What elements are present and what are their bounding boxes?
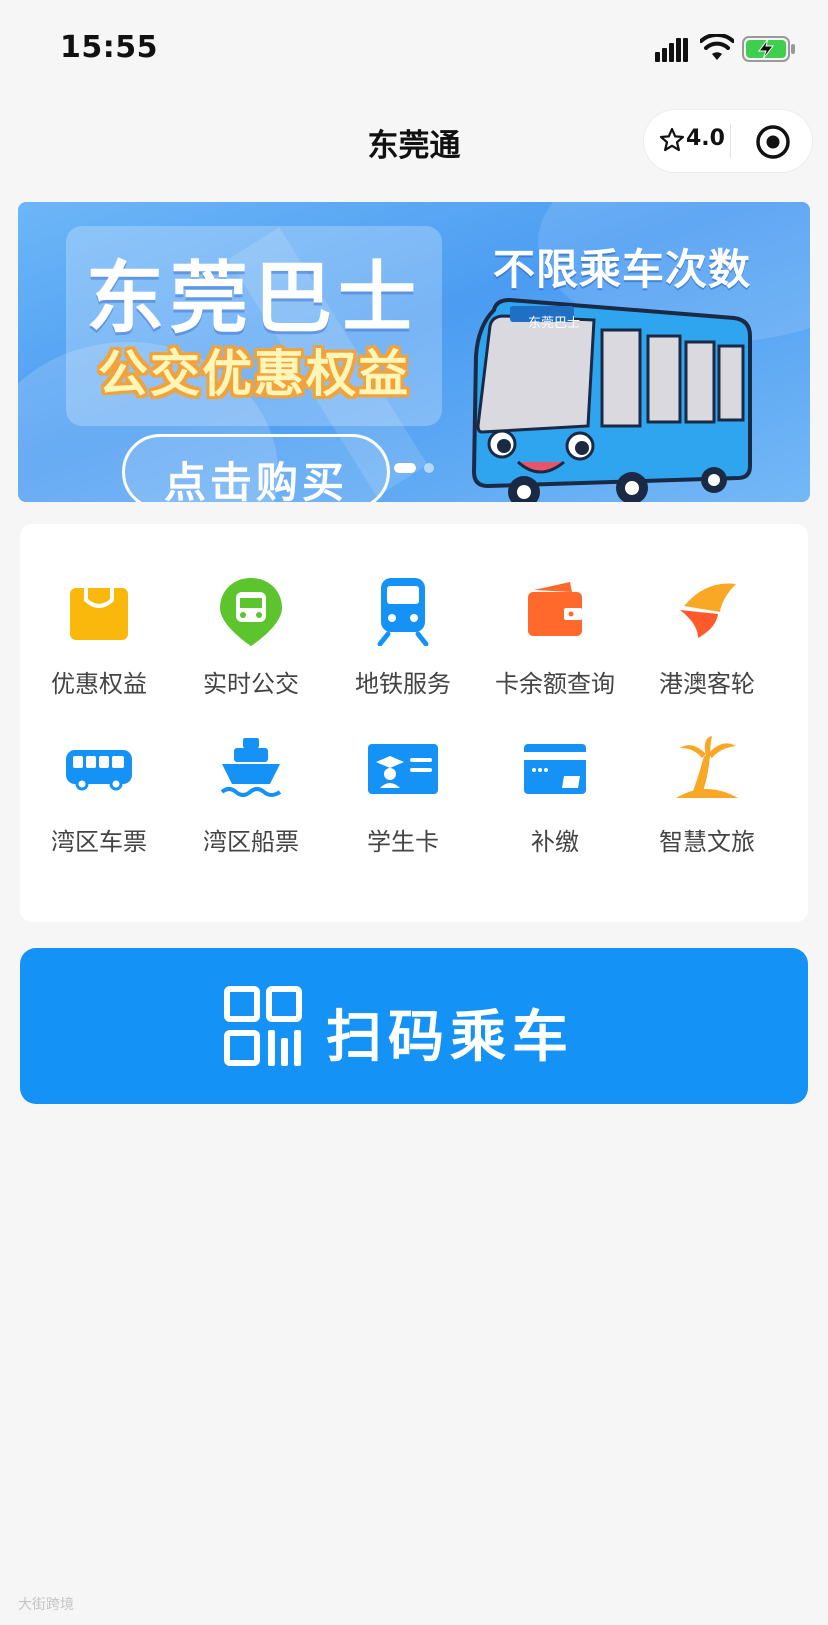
service-discount-benefits[interactable]: 优惠权益 — [20, 576, 178, 726]
service-bay-area-bus-ticket[interactable]: 湾区车票 — [20, 734, 178, 884]
scan-to-ride-button[interactable]: 扫码乘车 — [20, 948, 808, 1104]
banner-subtitle: 公交优惠权益 — [98, 345, 410, 403]
service-label: 卡余额查询 — [495, 670, 615, 698]
bus-mascot-illustration — [471, 297, 752, 502]
ferry-sail-icon — [680, 583, 736, 638]
bus-sign-text: 东莞巴士 — [528, 316, 581, 331]
service-metro[interactable]: 地铁服务 — [324, 576, 482, 726]
carousel-dot — [424, 463, 434, 473]
status-time: 15:55 — [60, 30, 158, 65]
student-card-icon — [368, 744, 438, 794]
service-label: 实时公交 — [203, 670, 299, 698]
service-student-card[interactable]: 学生卡 — [324, 734, 482, 884]
close-target-icon[interactable] — [754, 123, 792, 161]
service-label: 湾区船票 — [203, 828, 299, 856]
carousel-dot-active — [394, 463, 416, 473]
shopping-bag-icon — [70, 586, 128, 640]
promo-banner[interactable]: 东莞巴士 公交优惠权益 点击购买 不限乘车次数 东莞巴士 — [18, 202, 810, 502]
metro-train-icon — [377, 578, 429, 646]
service-payment-supplement[interactable]: 补缴 — [476, 734, 634, 884]
bus-location-pin-icon — [220, 578, 282, 646]
service-realtime-bus[interactable]: 实时公交 — [172, 576, 330, 726]
service-label: 优惠权益 — [51, 670, 147, 698]
status-bar: 15:55 — [0, 0, 828, 96]
service-bay-area-ship-ticket[interactable]: 湾区船票 — [172, 734, 330, 884]
scan-label: 扫码乘车 — [326, 1005, 574, 1070]
ship-icon — [220, 738, 282, 797]
services-grid: 优惠权益 实时公交 地铁服务 卡余额查询 港澳客轮 湾区车票 湾区船票 学生卡 … — [20, 524, 808, 922]
service-hk-macau-ferry[interactable]: 港澳客轮 — [628, 576, 786, 726]
palm-tree-icon — [676, 736, 738, 798]
buy-button[interactable]: 点击购买 — [122, 434, 390, 502]
wallet-icon — [528, 582, 582, 636]
banner-slogan: 不限乘车次数 — [492, 245, 751, 294]
service-label: 港澳客轮 — [659, 670, 755, 698]
service-label: 湾区车票 — [51, 828, 147, 856]
service-label: 补缴 — [531, 828, 579, 856]
watermark: 大街跨境 — [18, 1597, 74, 1613]
service-smart-tourism[interactable]: 智慧文旅 — [628, 734, 786, 884]
banner-title: 东莞巴士 — [85, 254, 422, 344]
star-icon[interactable] — [658, 126, 686, 154]
coach-bus-icon — [66, 750, 132, 791]
battery-charging-icon — [742, 36, 795, 62]
rating-value[interactable]: 4.0 — [686, 126, 725, 151]
service-label: 地铁服务 — [355, 670, 451, 698]
service-card-balance[interactable]: 卡余额查询 — [476, 576, 634, 726]
carousel-indicator — [394, 458, 442, 477]
capsule-divider — [730, 124, 731, 158]
service-label: 学生卡 — [367, 828, 439, 856]
service-label: 智慧文旅 — [659, 828, 755, 856]
payment-card-icon — [524, 744, 586, 794]
wifi-icon — [700, 34, 734, 60]
qr-code-icon — [224, 986, 302, 1066]
mini-program-capsule: 4.0 — [644, 110, 812, 172]
cellular-signal-icon — [655, 38, 688, 62]
